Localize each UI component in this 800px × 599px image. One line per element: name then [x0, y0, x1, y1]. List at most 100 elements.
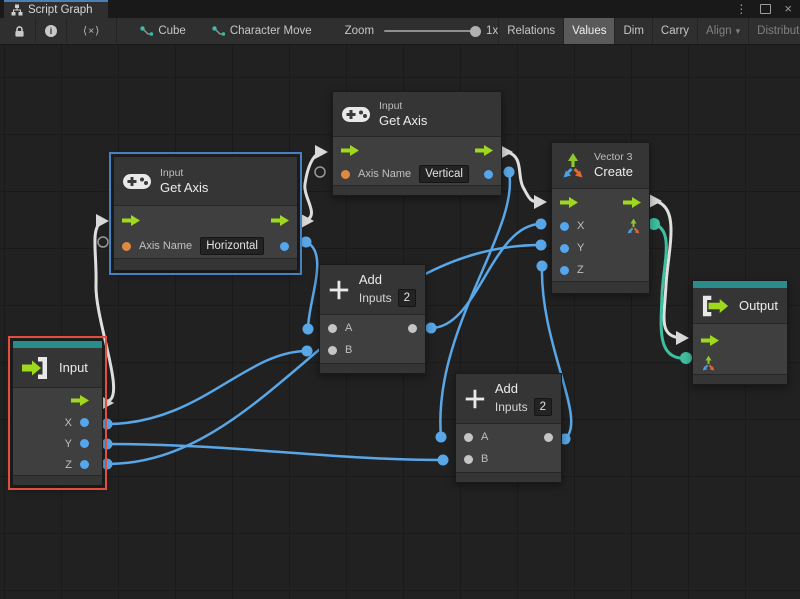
- value-in-row: [693, 352, 787, 374]
- code-view-button[interactable]: ⟨×⟩: [67, 18, 116, 44]
- node-footer: [552, 281, 649, 293]
- node-title: Output: [739, 298, 778, 314]
- node-footer: [333, 185, 501, 195]
- info-button[interactable]: i: [36, 18, 66, 44]
- graph-input-icon: [21, 356, 51, 380]
- inputs-count-field[interactable]: 2: [398, 289, 416, 307]
- input-port-b[interactable]: [464, 455, 473, 464]
- distribute-dropdown[interactable]: Distribute ▾: [748, 18, 800, 44]
- info-icon: i: [45, 25, 57, 37]
- align-dropdown[interactable]: Align ▾: [697, 18, 748, 44]
- axis-name-field[interactable]: Vertical: [419, 165, 469, 183]
- node-header: Input Get Axis: [114, 157, 297, 206]
- node-add-1[interactable]: Add Inputs 2 A B: [319, 264, 426, 374]
- node-category: Input: [160, 167, 208, 180]
- graph-breadcrumb-character-move[interactable]: Character Move: [203, 18, 321, 44]
- code-icon: ⟨×⟩: [83, 25, 100, 37]
- axis-name-field[interactable]: Horizontal: [200, 237, 264, 255]
- node-footer: [320, 363, 425, 373]
- node-header: Input: [13, 348, 102, 388]
- vector3-icon: [561, 152, 585, 180]
- node-header: Vector 3 Create: [552, 143, 649, 189]
- control-in-port[interactable]: [560, 197, 578, 208]
- port-row-a: A: [320, 317, 425, 339]
- tab-script-graph[interactable]: Script Graph: [4, 0, 108, 18]
- input-port-b[interactable]: [328, 346, 337, 355]
- node-input[interactable]: Input X Y Z: [12, 340, 103, 486]
- string-port[interactable]: [122, 242, 131, 251]
- node-footer: [456, 472, 561, 482]
- input-port-z[interactable]: [560, 266, 569, 275]
- values-button[interactable]: Values: [563, 18, 614, 44]
- node-header: Add Inputs 2: [320, 265, 425, 315]
- graph-io-strip: [693, 281, 787, 288]
- zoom-label: Zoom: [345, 25, 374, 37]
- sum-out-port[interactable]: [408, 324, 417, 333]
- node-get-axis-horizontal[interactable]: Input Get Axis Axis Name Horizontal: [113, 156, 298, 271]
- tab-label: Script Graph: [28, 4, 93, 16]
- control-out-port[interactable]: [271, 215, 289, 226]
- lock-button[interactable]: [0, 18, 35, 44]
- dim-button[interactable]: Dim: [614, 18, 651, 44]
- port-row-x: X: [13, 412, 102, 433]
- control-ports-row: [114, 206, 297, 234]
- node-title: Create: [594, 164, 633, 180]
- node-add-2[interactable]: Add Inputs 2 A B: [455, 373, 562, 483]
- input-port-x[interactable]: [560, 222, 569, 231]
- control-out-port[interactable]: [623, 197, 641, 208]
- maximize-icon[interactable]: [760, 4, 771, 14]
- output-port-x[interactable]: [80, 418, 89, 427]
- value-out-port[interactable]: [484, 170, 493, 179]
- node-category: Input: [379, 100, 427, 113]
- port-label: Axis Name: [139, 240, 192, 252]
- axis-name-row: Axis Name Horizontal: [114, 234, 297, 258]
- axis-name-row: Axis Name Vertical: [333, 163, 501, 185]
- port-row-y: Y: [552, 237, 649, 259]
- graph-toolbar: i ⟨×⟩ Cube Character Move Zoom 1x: [0, 18, 800, 45]
- input-port-y[interactable]: [560, 244, 569, 253]
- graph-output-icon: [702, 294, 730, 318]
- control-out-port[interactable]: [71, 395, 89, 406]
- tab-bar: Script Graph ⋮ ×: [0, 0, 800, 18]
- node-category: Vector 3: [594, 151, 633, 164]
- lock-icon: [13, 25, 26, 38]
- output-port-y[interactable]: [80, 439, 89, 448]
- vector3-in-port[interactable]: [701, 355, 716, 372]
- control-in-port[interactable]: [122, 215, 140, 226]
- relations-button[interactable]: Relations: [498, 18, 563, 44]
- input-port-a[interactable]: [464, 433, 473, 442]
- node-get-axis-vertical[interactable]: Input Get Axis Axis Name Vertical: [332, 91, 502, 196]
- inputs-count-field[interactable]: 2: [534, 398, 552, 416]
- port-row-x: X: [552, 215, 649, 237]
- node-title: Input: [59, 360, 88, 376]
- inputs-label: Inputs: [359, 291, 392, 305]
- graph-breadcrumb-cube[interactable]: Cube: [131, 18, 195, 44]
- inputs-label: Inputs: [495, 400, 528, 414]
- string-port[interactable]: [341, 170, 350, 179]
- node-footer: [13, 475, 102, 485]
- zoom-slider[interactable]: [384, 30, 476, 32]
- control-in-port[interactable]: [341, 145, 359, 156]
- menu-icon[interactable]: ⋮: [735, 0, 747, 18]
- control-out-port[interactable]: [475, 145, 493, 156]
- sum-out-port[interactable]: [544, 433, 553, 442]
- control-ports-row: [552, 189, 649, 215]
- graph-breadcrumb-label: Character Move: [230, 25, 312, 37]
- close-icon[interactable]: ×: [784, 0, 792, 18]
- chevron-down-icon: ▾: [736, 26, 741, 37]
- node-title: Add: [495, 381, 552, 397]
- port-row-b: B: [456, 448, 561, 470]
- node-footer: [114, 258, 297, 270]
- node-header: Input Get Axis: [333, 92, 501, 137]
- zoom-slider-knob[interactable]: [470, 26, 481, 37]
- node-vector3-create[interactable]: Vector 3 Create X Y Z: [551, 142, 650, 294]
- value-out-port[interactable]: [280, 242, 289, 251]
- output-port-z[interactable]: [80, 460, 89, 469]
- vector3-out-port[interactable]: [626, 218, 641, 235]
- node-output[interactable]: Output: [692, 280, 788, 385]
- port-row-a: A: [456, 426, 561, 448]
- control-in-port[interactable]: [701, 335, 719, 346]
- node-title: Get Axis: [160, 180, 208, 196]
- carry-button[interactable]: Carry: [652, 18, 697, 44]
- input-port-a[interactable]: [328, 324, 337, 333]
